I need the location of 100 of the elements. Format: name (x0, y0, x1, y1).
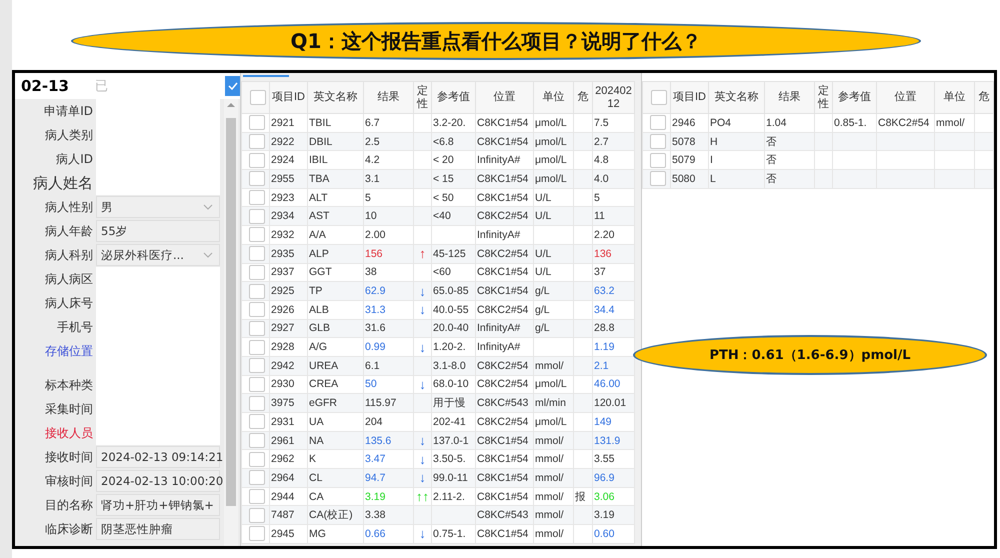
checkbox[interactable] (249, 508, 265, 523)
table-cell: TP (308, 282, 364, 300)
checkbox[interactable] (249, 264, 265, 280)
table-cell: 2932 (270, 226, 308, 244)
checkbox[interactable] (225, 76, 240, 96)
column-header[interactable]: 英文名称 (308, 82, 364, 114)
column-header[interactable]: 定性 (814, 82, 832, 114)
table-cell: InfinityA# (476, 319, 534, 338)
table-cell: L (708, 170, 764, 188)
table-cell: 2.00 (364, 226, 414, 244)
column-header[interactable]: 危 (574, 82, 592, 114)
table-cell: 202-41 (432, 412, 476, 432)
table-cell (574, 468, 592, 488)
table-cell (574, 206, 592, 226)
table-cell (574, 188, 592, 207)
table-cell: 34.4 (592, 300, 634, 320)
table-cell (574, 338, 592, 356)
dropdown[interactable]: 泌尿外科医疗... (96, 244, 220, 266)
column-header[interactable]: 单位 (934, 82, 974, 114)
table-cell: 4.2 (364, 150, 414, 170)
table-cell (574, 150, 592, 170)
caret-up-icon[interactable] (227, 102, 235, 108)
checkbox[interactable] (249, 134, 265, 150)
checkbox[interactable] (650, 171, 666, 186)
checkbox[interactable] (249, 396, 265, 411)
table-cell: 6.1 (364, 356, 414, 376)
table-cell: 28.8 (592, 319, 634, 338)
input-field[interactable]: 2024-02-13 10:00:20 (96, 470, 220, 492)
table-cell: 3.55 (592, 450, 634, 469)
scrollbar[interactable] (224, 99, 238, 546)
table-cell: 120.01 (592, 394, 634, 412)
column-header[interactable]: 结果 (364, 82, 414, 114)
checkbox[interactable] (249, 526, 265, 542)
checkbox[interactable] (249, 414, 265, 430)
table-cell: C8KC2#54 (476, 412, 534, 432)
input-field[interactable]: 55岁 (96, 220, 220, 242)
table-cell: 31.6 (364, 319, 414, 338)
question-banner: Q1：这个报告重点看什么项目？说明了什么？ (71, 22, 921, 60)
table-cell: C8KC1#54 (476, 188, 534, 207)
checkbox[interactable] (650, 115, 666, 130)
table-cell (574, 394, 592, 412)
table-cell: C8KC2#54 (476, 375, 534, 394)
checkbox[interactable] (249, 284, 265, 299)
column-header[interactable]: 项目ID (270, 82, 308, 114)
checkbox[interactable] (650, 134, 666, 150)
checkbox[interactable] (250, 90, 266, 105)
column-header[interactable]: 结果 (764, 82, 814, 114)
column-header[interactable]: 参考值 (832, 82, 876, 114)
checkbox[interactable] (249, 115, 265, 130)
checkbox[interactable] (651, 90, 667, 105)
column-header[interactable]: 20240212 (592, 82, 634, 114)
table-cell: 31.3 (364, 300, 414, 320)
column-header[interactable]: 危 (974, 82, 994, 114)
column-header[interactable]: 定性 (414, 82, 432, 114)
column-header[interactable]: 位置 (476, 82, 534, 114)
checkbox[interactable] (249, 208, 265, 224)
table-cell (876, 170, 934, 188)
checkbox[interactable] (249, 489, 265, 504)
table-cell: 2921 (270, 114, 308, 132)
table-cell: A/A (308, 226, 364, 244)
checkbox[interactable] (249, 376, 265, 392)
checkbox[interactable] (249, 452, 265, 467)
chevron-down-icon (203, 252, 213, 258)
checkbox[interactable] (249, 320, 265, 336)
table-cell: 2930 (270, 375, 308, 394)
input-field[interactable]: 2024-02-13 09:14:21 (96, 446, 220, 468)
column-header[interactable]: 英文名称 (708, 82, 764, 114)
column-header[interactable]: 单位 (534, 82, 574, 114)
table-cell: InfinityA# (476, 226, 534, 244)
table-cell: 149 (592, 412, 634, 432)
column-header[interactable]: 项目ID (670, 82, 708, 114)
checkbox[interactable] (249, 227, 265, 242)
table-cell: A/G (308, 338, 364, 356)
column-header[interactable]: 位置 (876, 82, 934, 114)
checkbox[interactable] (249, 190, 265, 206)
input-field[interactable]: 肾功+肝功+钾钠氯+ (96, 494, 220, 516)
table-cell: PO4 (708, 114, 764, 132)
table-cell: 2931 (270, 412, 308, 432)
checkbox[interactable] (249, 152, 265, 168)
table-cell: 20.0-40 (432, 319, 476, 338)
checkbox[interactable] (650, 152, 666, 168)
table-cell (574, 170, 592, 188)
input-field[interactable]: 阴茎恶性肿瘤 (96, 518, 220, 540)
table-cell: C8KC1#54 (476, 114, 534, 132)
dropdown[interactable]: 男 (96, 196, 220, 218)
table-cell: 62.9 (364, 282, 414, 300)
table-cell: 2.11-2. (432, 487, 476, 506)
checkbox[interactable] (249, 470, 265, 486)
table-cell: 204 (364, 412, 414, 432)
table-cell: U/L (534, 188, 574, 207)
table-cell (574, 450, 592, 469)
checkbox[interactable] (249, 433, 265, 448)
checkbox[interactable] (249, 358, 265, 374)
table-cell (574, 226, 592, 244)
checkbox[interactable] (249, 171, 265, 186)
checkbox[interactable] (249, 246, 265, 262)
column-header[interactable]: 参考值 (432, 82, 476, 114)
table-cell: < 20 (432, 150, 476, 170)
checkbox[interactable] (249, 302, 265, 318)
checkbox[interactable] (249, 340, 265, 355)
